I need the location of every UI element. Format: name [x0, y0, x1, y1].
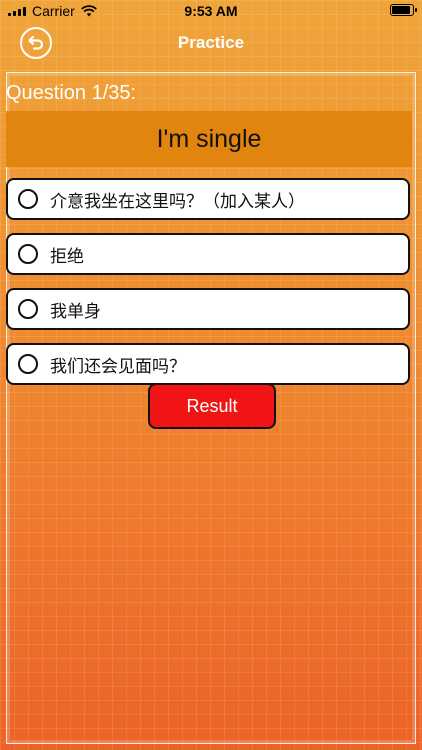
answer-option-label: 我们还会见面吗？	[50, 356, 186, 377]
radio-button-icon[interactable]	[18, 354, 38, 374]
answer-option[interactable]: 介意我坐在这里吗？（加入某人）	[6, 178, 410, 220]
answer-option[interactable]: 拒绝	[6, 233, 410, 275]
status-bar: Carrier 9:53 AM	[0, 0, 422, 22]
radio-button-icon[interactable]	[18, 189, 38, 209]
answer-option[interactable]: 我单身	[6, 288, 410, 330]
prompt-text: I'm single	[156, 124, 262, 153]
result-button[interactable]: Result	[148, 383, 276, 429]
answer-option-label: 拒绝	[50, 246, 84, 267]
page-title: Practice	[177, 33, 245, 52]
answer-option-label: 我单身	[50, 301, 101, 322]
question-counter: Question 1/35:	[6, 82, 137, 104]
radio-button-icon[interactable]	[18, 299, 38, 319]
radio-button-icon[interactable]	[18, 244, 38, 264]
status-time: 9:53 AM	[184, 3, 238, 19]
prompt-band: I'm single	[6, 111, 412, 167]
battery-icon	[390, 4, 417, 16]
nav-bar: Practice	[0, 22, 422, 66]
answer-options: 介意我坐在这里吗？（加入某人） 拒绝 我单身 我们还会见面吗？	[6, 178, 410, 398]
answer-option[interactable]: 我们还会见面吗？	[6, 343, 410, 385]
answer-option-label: 介意我坐在这里吗？（加入某人）	[50, 191, 305, 212]
